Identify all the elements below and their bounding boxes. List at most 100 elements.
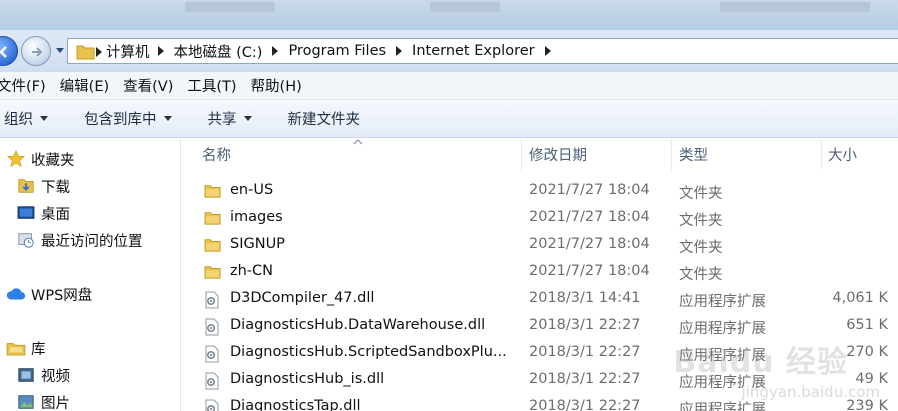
menu-file[interactable]: 文件(F) [0, 75, 46, 96]
nav-libraries[interactable]: 库 [6, 336, 46, 360]
desktop-icon [16, 203, 36, 223]
file-date: 2021/7/27 18:04 [529, 209, 650, 225]
chevron-right-icon[interactable] [272, 46, 279, 56]
file-row[interactable]: en-US 2021/7/27 18:04 文件夹 [182, 179, 898, 206]
file-size: 651 K [846, 317, 888, 333]
menu-edit[interactable]: 编辑(E) [60, 75, 109, 96]
chevron-down-icon [40, 116, 48, 121]
file-row[interactable]: images 2021/7/27 18:04 文件夹 [182, 206, 898, 233]
taskbar-ghost [185, 2, 275, 12]
file-type: 文件夹 [679, 186, 723, 202]
file-type: 文件夹 [679, 213, 723, 229]
column-header-date[interactable]: 修改日期 [522, 139, 672, 170]
star-icon [6, 149, 26, 169]
menu-bar: 文件(F) 编辑(E) 查看(V) 工具(T) 帮助(H) [0, 72, 898, 100]
forward-button[interactable] [21, 36, 51, 66]
new-folder-button[interactable]: 新建文件夹 [288, 108, 361, 129]
video-icon [16, 365, 36, 385]
include-in-library-button[interactable]: 包含到库中 [84, 108, 172, 129]
file-date: 2018/3/1 22:27 [529, 317, 641, 333]
file-name: DiagnosticsHub.DataWarehouse.dll [230, 317, 486, 333]
folder-icon [204, 264, 222, 284]
dll-file-icon [204, 318, 220, 340]
file-name: DiagnosticsTap.dll [230, 398, 361, 411]
share-button[interactable]: 共享 [208, 108, 252, 129]
nav-favorites[interactable]: 收藏夹 [6, 147, 75, 171]
history-dropdown-icon[interactable] [55, 47, 65, 55]
column-header-size[interactable]: 大小 [822, 139, 898, 170]
forward-arrow-icon [32, 47, 43, 57]
command-bar: 组织 包含到库中 共享 新建文件夹 [0, 100, 898, 138]
chevron-down-icon [243, 116, 252, 121]
watermark: Baidu 经验 [673, 345, 848, 380]
column-header-name[interactable]: 名称 [182, 139, 522, 170]
chevron-right-icon [96, 47, 102, 57]
address-row: 计算机 本地磁盘 (C:) Program Files Internet Exp… [0, 30, 898, 72]
nav-wps-cloud[interactable]: WPS网盘 [6, 282, 92, 306]
menu-tools[interactable]: 工具(T) [187, 75, 236, 96]
file-date: 2018/3/1 22:27 [529, 398, 641, 411]
breadcrumb-item-internet-explorer[interactable]: Internet Explorer [412, 43, 561, 59]
library-icon [6, 338, 26, 358]
chevron-right-icon[interactable] [157, 46, 164, 56]
file-date: 2021/7/27 18:04 [529, 182, 650, 198]
recent-places-icon [16, 230, 36, 250]
file-name: DiagnosticsHub_is.dll [230, 371, 385, 387]
file-type: 应用程序扩展 [679, 321, 766, 337]
pictures-icon [16, 392, 36, 411]
menu-help[interactable]: 帮助(H) [251, 75, 302, 96]
navigation-pane: 收藏夹 下载 桌面 最近访问的位置 WPS网盘 库 视频 图片 [0, 139, 181, 411]
file-list: 名称 修改日期 类型 大小 en-US 2021/7/27 18:04 文件夹 ima… [182, 139, 898, 411]
back-button[interactable] [0, 36, 18, 66]
folder-icon [204, 183, 222, 203]
file-size: 270 K [846, 344, 888, 360]
watermark-url: jingyan.baidu.com [741, 383, 880, 401]
column-header-type[interactable]: 类型 [672, 139, 822, 170]
file-row[interactable]: zh-CN 2021/7/27 18:04 文件夹 [182, 260, 898, 287]
chevron-right-icon[interactable] [544, 46, 551, 56]
dll-file-icon [204, 399, 220, 411]
menu-view[interactable]: 查看(V) [123, 75, 173, 96]
back-arrow-icon [0, 46, 7, 58]
dll-file-icon [204, 291, 220, 313]
file-date: 2018/3/1 22:27 [529, 344, 641, 360]
chevron-right-icon[interactable] [396, 46, 403, 56]
folder-icon [204, 210, 222, 230]
file-date: 2021/7/27 18:04 [529, 236, 650, 252]
chevron-down-icon [163, 116, 172, 121]
file-row[interactable]: D3DCompiler_47.dll 2018/3/1 14:41 应用程序扩展 4,… [182, 287, 898, 314]
folder-icon [76, 45, 95, 60]
file-date: 2021/7/27 18:04 [529, 263, 650, 279]
nav-desktop[interactable]: 桌面 [16, 201, 70, 225]
file-size: 4,061 K [832, 290, 888, 306]
breadcrumb-item-program-files[interactable]: Program Files [288, 43, 412, 59]
cloud-icon [6, 284, 26, 304]
breadcrumb-item-local-disk[interactable]: 本地磁盘 (C:) [174, 41, 289, 62]
nav-downloads[interactable]: 下载 [16, 174, 70, 198]
organize-button[interactable]: 组织 [4, 108, 48, 129]
taskbar-ghost [430, 2, 500, 12]
file-type: 应用程序扩展 [679, 294, 766, 310]
breadcrumb: 计算机 本地磁盘 (C:) Program Files Internet Exp… [106, 39, 561, 63]
nav-pictures[interactable]: 图片 [16, 390, 70, 411]
dll-file-icon [204, 345, 220, 367]
dll-file-icon [204, 372, 220, 394]
address-bar[interactable]: 计算机 本地磁盘 (C:) Program Files Internet Exp… [67, 38, 898, 64]
file-name: en-US [230, 182, 274, 198]
file-date: 2018/3/1 14:41 [529, 290, 641, 306]
file-row[interactable]: SIGNUP 2021/7/27 18:04 文件夹 [182, 233, 898, 260]
file-type: 文件夹 [679, 240, 723, 256]
nav-recent-places[interactable]: 最近访问的位置 [16, 228, 143, 252]
file-name: D3DCompiler_47.dll [230, 290, 375, 306]
folder-icon [204, 237, 222, 257]
file-name: zh-CN [230, 263, 274, 279]
taskbar-strip [0, 0, 898, 30]
file-name: DiagnosticsHub.ScriptedSandboxPlu... [230, 344, 507, 360]
file-date: 2018/3/1 22:27 [529, 371, 641, 387]
file-type: 文件夹 [679, 267, 723, 283]
nav-videos[interactable]: 视频 [16, 363, 70, 387]
breadcrumb-item-computer[interactable]: 计算机 [106, 41, 174, 62]
file-name: SIGNUP [230, 236, 285, 252]
taskbar-ghost [720, 2, 870, 12]
downloads-folder-icon [16, 176, 36, 196]
